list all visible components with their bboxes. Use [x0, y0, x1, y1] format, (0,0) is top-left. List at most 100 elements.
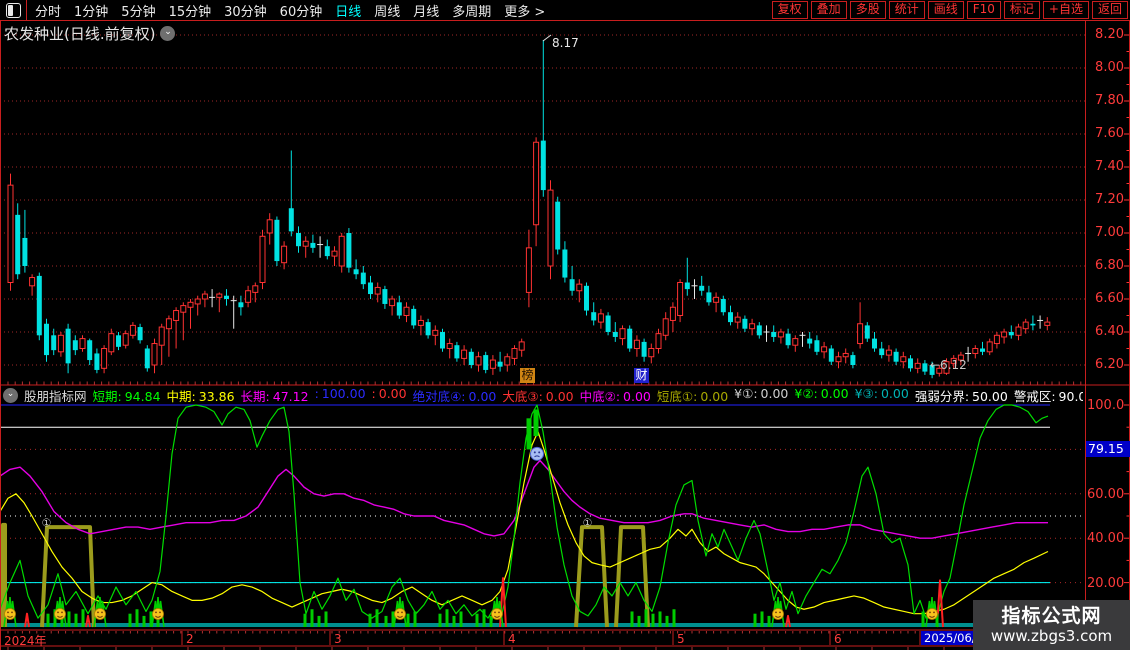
indicator-item-label: : — [315, 387, 319, 401]
indicator-axis-label: 60.00 — [1087, 487, 1128, 502]
date-axis-label: 5 — [677, 632, 685, 646]
finance-badge[interactable]: 财 — [634, 368, 649, 383]
date-axis-label: 3 — [334, 632, 342, 646]
indicator-axis-label: 40.00 — [1087, 531, 1128, 546]
date-axis-label: 2024年 — [4, 632, 47, 649]
high-price-annotation: 8.17 — [552, 36, 579, 50]
price-axis-label: 7.60 — [1087, 126, 1124, 141]
chart-title: 农发种业(日线.前复权) ⌄ — [4, 23, 175, 44]
toolbar-button-画线[interactable]: 画线 — [928, 1, 964, 19]
toolbar-item-1分钟[interactable]: 1分钟 — [74, 1, 108, 20]
chevron-down-icon[interactable]: ⌄ — [3, 388, 18, 403]
indicator-source-label: 股朋指标网 — [24, 387, 87, 403]
indicator-item: 大底③: 0.00 — [502, 387, 573, 403]
indicator-item: :0.00 — [372, 387, 407, 403]
toolbar-button-统计[interactable]: 统计 — [889, 1, 925, 19]
indicator-item-value: 0.00 — [700, 389, 728, 404]
indicator-item-value: 0.00 — [546, 389, 574, 404]
indicator-item-label: 大底③: — [502, 389, 542, 404]
indicator-item-value: 0.00 — [469, 389, 497, 404]
watermark-url: www.zbgs3.com — [991, 627, 1112, 645]
toolbar-item-15分钟[interactable]: 15分钟 — [169, 1, 212, 20]
indicator-item: 短底①:0.00 — [657, 387, 728, 403]
indicator-item-label: 中期: — [167, 389, 196, 404]
latest-value-box: 79.15 — [1086, 441, 1130, 457]
period-menu: 分时 1分钟 5分钟 15分钟 30分钟 60分钟日线周线月线多周期更多 > — [35, 1, 558, 20]
indicator-item: :100.00 — [315, 387, 366, 403]
toolbar-button-返回[interactable]: 返回 — [1092, 1, 1128, 19]
top-toolbar: 分时 1分钟 5分钟 15分钟 30分钟 60分钟日线周线月线多周期更多 > 复权叠加多股… — [0, 0, 1130, 21]
indicator-item: 中期:33.86 — [167, 387, 235, 403]
price-axis-label: 7.00 — [1087, 225, 1124, 240]
toolbar-button-多股[interactable]: 多股 — [850, 1, 886, 19]
toolbar-item-5分钟[interactable]: 5分钟 — [121, 1, 155, 20]
indicator-item-label: ¥②: — [794, 387, 817, 401]
indicator-item-value: 0.00 — [623, 389, 651, 404]
indicator-values: 短期:94.84中期:33.86长期:47.12:100.00:0.00绝对底④… — [93, 387, 1083, 403]
indicator-item-label: 强弱分界: — [915, 389, 969, 404]
toolbar-button-复权[interactable]: 复权 — [772, 1, 808, 19]
price-axis-label: 6.60 — [1087, 291, 1124, 306]
svg-text:①: ① — [42, 517, 52, 530]
low-price-annotation: ←6.12 — [930, 358, 967, 372]
price-axis-label: 7.40 — [1087, 159, 1124, 174]
indicator-item: 绝对底④:0.00 — [413, 387, 497, 403]
price-axis-label: 7.20 — [1087, 192, 1124, 207]
indicator-item: 警戒区:90.00 — [1014, 387, 1083, 403]
indicator-item-value: 50.00 — [972, 389, 1008, 404]
indicator-item-label: 短期: — [93, 389, 122, 404]
indicator-item-label: 中底②: — [580, 389, 620, 404]
indicator-item-value: 33.86 — [199, 389, 235, 404]
rank-badge[interactable]: 榜 — [520, 368, 535, 383]
toolbar-buttons: 复权叠加多股统计画线F10标记+自选返回 — [769, 1, 1130, 19]
indicator-item: 强弱分界:50.00 — [915, 387, 1008, 403]
toolbar-item-周线[interactable]: 周线 — [374, 1, 400, 20]
date-axis-label: 2 — [186, 632, 194, 646]
toolbar-button-叠加[interactable]: 叠加 — [811, 1, 847, 19]
indicator-item-value: 100.00 — [322, 387, 366, 401]
toolbar-item-日线[interactable]: 日线 — [335, 1, 361, 20]
price-axis-label: 8.00 — [1087, 60, 1124, 75]
indicator-item-value: 90.00 — [1059, 389, 1083, 404]
price-axis-label: 7.80 — [1087, 93, 1124, 108]
toolbar-item-分时[interactable]: 分时 — [35, 1, 61, 20]
indicator-item: 长期:47.12 — [241, 387, 309, 403]
watermark: 指标公式网 www.zbgs3.com — [973, 600, 1130, 650]
indicator-item-value: 0.00 — [881, 387, 909, 401]
indicator-item-label: 警戒区: — [1014, 389, 1056, 404]
toolbar-divider — [26, 0, 27, 20]
indicator-item-value: 0.00 — [761, 387, 789, 401]
indicator-item-label: ¥③: — [855, 387, 878, 401]
layout-window-icon[interactable] — [6, 3, 21, 18]
indicator-item-value: 94.84 — [125, 389, 161, 404]
toolbar-button-+自选[interactable]: +自选 — [1043, 1, 1089, 19]
stock-title-label: 农发种业(日线.前复权) — [4, 23, 155, 44]
indicator-item-label: 长期: — [241, 389, 270, 404]
indicator-item: ¥③:0.00 — [855, 387, 909, 403]
indicator-item-value: 47.12 — [273, 389, 309, 404]
chart-canvas[interactable]: ①① — [0, 0, 1130, 650]
indicator-axis-label: 20.00 — [1087, 576, 1128, 591]
toolbar-item-60分钟[interactable]: 60分钟 — [280, 1, 323, 20]
indicator-item-value: 0.00 — [821, 387, 849, 401]
toolbar-item-更多 >[interactable]: 更多 > — [504, 1, 545, 20]
toolbar-item-30分钟[interactable]: 30分钟 — [224, 1, 267, 20]
toolbar-button-F10[interactable]: F10 — [967, 1, 1001, 19]
indicator-item-label: 绝对底④: — [413, 389, 466, 404]
svg-text:①: ① — [583, 517, 593, 530]
indicator-item-label: 短底①: — [657, 389, 697, 404]
indicator-item-label: : — [372, 387, 376, 401]
chevron-down-icon[interactable]: ⌄ — [160, 26, 175, 41]
date-axis-label: 6 — [834, 632, 842, 646]
watermark-title: 指标公式网 — [1001, 605, 1101, 627]
toolbar-item-月线[interactable]: 月线 — [413, 1, 439, 20]
toolbar-button-标记[interactable]: 标记 — [1004, 1, 1040, 19]
indicator-item: 短期:94.84 — [93, 387, 161, 403]
date-axis-label: 4 — [508, 632, 516, 646]
indicator-item-value: 0.00 — [379, 387, 407, 401]
price-axis-label: 6.40 — [1087, 324, 1124, 339]
toolbar-item-多周期[interactable]: 多周期 — [452, 1, 491, 20]
indicator-header: ⌄ 股朋指标网 短期:94.84中期:33.86长期:47.12:100.00:… — [3, 387, 1083, 403]
price-axis-label: 6.20 — [1087, 357, 1124, 372]
price-axis-label: 6.80 — [1087, 258, 1124, 273]
